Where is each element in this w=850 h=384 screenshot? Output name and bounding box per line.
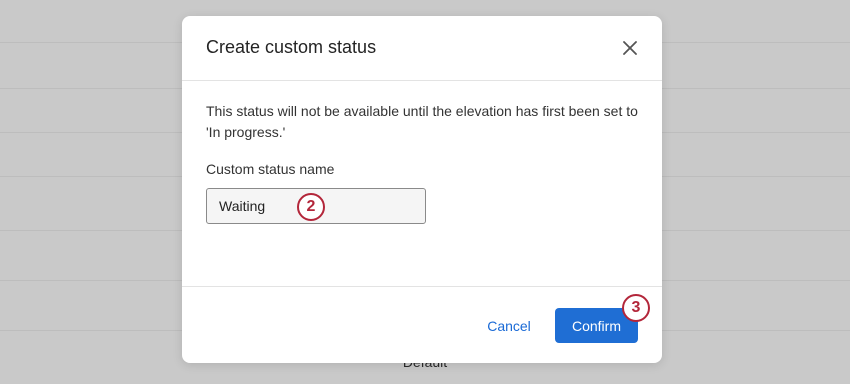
dialog-title: Create custom status	[206, 37, 377, 57]
page: Default Create custom status This status…	[0, 0, 850, 384]
dialog-message: This status will not be available until …	[206, 103, 638, 140]
dialog-header: Create custom status	[182, 16, 662, 81]
cancel-button[interactable]: Cancel	[477, 310, 541, 342]
close-icon	[623, 41, 637, 55]
dialog-footer: Cancel Confirm	[182, 286, 662, 364]
step-2-annotation-badge: 2	[297, 193, 325, 221]
close-button[interactable]	[620, 38, 640, 58]
custom-status-name-label: Custom status name	[206, 161, 335, 177]
step-3-annotation-badge: 3	[622, 294, 650, 322]
create-custom-status-dialog: Create custom status This status will no…	[182, 16, 662, 363]
